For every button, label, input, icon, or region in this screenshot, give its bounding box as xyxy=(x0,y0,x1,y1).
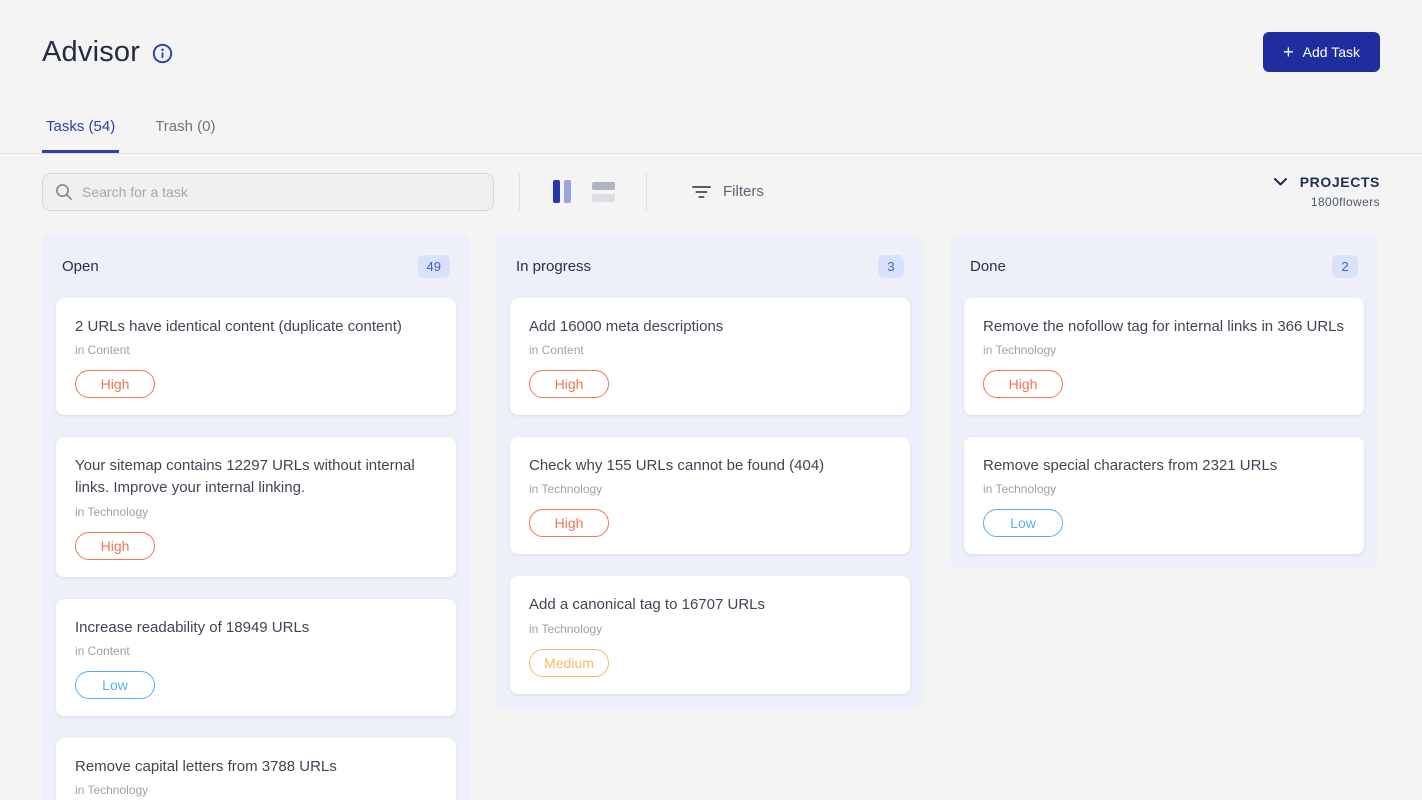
kanban-column: In progress 3 Add 16000 meta description… xyxy=(496,235,924,708)
task-card[interactable]: Remove capital letters from 3788 URLs in… xyxy=(56,738,456,800)
task-card-title: Remove special characters from 2321 URLs xyxy=(983,455,1345,477)
priority-badge: Low xyxy=(75,671,155,699)
task-card-category: in Technology xyxy=(75,783,437,797)
column-header: Open 49 xyxy=(56,249,456,282)
column-card-list: Add 16000 meta descriptions in Content H… xyxy=(510,298,910,694)
column-card-list: Remove the nofollow tag for internal lin… xyxy=(964,298,1364,554)
page-title: Advisor xyxy=(42,36,140,69)
column-card-list: 2 URLs have identical content (duplicate… xyxy=(56,298,456,800)
task-card-category: in Technology xyxy=(75,505,437,519)
toolbar: Filters PROJECTS 1800flowers xyxy=(0,154,1422,212)
kanban-column: Open 49 2 URLs have identical content (d… xyxy=(42,235,470,800)
add-task-button[interactable]: + Add Task xyxy=(1263,32,1380,72)
info-icon[interactable] xyxy=(152,43,173,64)
column-count-badge: 49 xyxy=(418,255,450,278)
plus-icon: + xyxy=(1283,45,1294,59)
task-card[interactable]: 2 URLs have identical content (duplicate… xyxy=(56,298,456,415)
chevron-down-icon xyxy=(1274,178,1287,186)
task-card[interactable]: Remove the nofollow tag for internal lin… xyxy=(964,298,1364,415)
page-header: Advisor + Add Task xyxy=(0,0,1422,72)
projects-wrap: PROJECTS 1800flowers xyxy=(1274,174,1380,209)
priority-badge: High xyxy=(529,370,609,398)
task-card-category: in Content xyxy=(75,343,437,357)
tabs-bar: Tasks (54) Trash (0) xyxy=(0,112,1422,154)
column-title: In progress xyxy=(516,258,591,275)
add-task-label: Add Task xyxy=(1303,44,1360,60)
title-wrap: Advisor xyxy=(42,36,173,69)
view-toggle xyxy=(553,180,615,203)
task-card[interactable]: Add a canonical tag to 16707 URLs in Tec… xyxy=(510,576,910,693)
task-card-category: in Technology xyxy=(529,622,891,636)
priority-badge: High xyxy=(75,532,155,560)
task-card-title: Remove the nofollow tag for internal lin… xyxy=(983,316,1345,338)
column-count-badge: 3 xyxy=(878,255,904,278)
column-count-badge: 2 xyxy=(1332,255,1358,278)
toolbar-divider xyxy=(519,174,520,210)
filter-icon xyxy=(692,185,711,199)
projects-dropdown[interactable]: PROJECTS xyxy=(1274,174,1380,190)
task-card[interactable]: Your sitemap contains 12297 URLs without… xyxy=(56,437,456,576)
advisor-page: Advisor + Add Task Tasks (54) Trash (0) xyxy=(0,0,1422,800)
task-card[interactable]: Check why 155 URLs cannot be found (404)… xyxy=(510,437,910,554)
task-card-category: in Technology xyxy=(983,482,1345,496)
filters-label: Filters xyxy=(723,183,764,200)
toolbar-divider-2 xyxy=(646,174,647,210)
priority-badge: Low xyxy=(983,509,1063,537)
search-input[interactable] xyxy=(82,184,481,200)
task-card-title: Remove capital letters from 3788 URLs xyxy=(75,756,437,778)
priority-badge: Medium xyxy=(529,649,609,677)
task-card-title: Add a canonical tag to 16707 URLs xyxy=(529,594,891,616)
search-box xyxy=(42,173,494,211)
priority-badge: High xyxy=(75,370,155,398)
tab-tasks[interactable]: Tasks (54) xyxy=(42,112,119,153)
filters-button[interactable]: Filters xyxy=(692,183,764,200)
column-title: Done xyxy=(970,258,1006,275)
task-card[interactable]: Remove special characters from 2321 URLs… xyxy=(964,437,1364,554)
priority-badge: High xyxy=(529,509,609,537)
column-title: Open xyxy=(62,258,99,275)
task-card[interactable]: Add 16000 meta descriptions in Content H… xyxy=(510,298,910,415)
task-card-category: in Content xyxy=(75,644,437,658)
search-icon xyxy=(55,183,73,201)
selected-project-name: 1800flowers xyxy=(1311,195,1380,209)
column-header: Done 2 xyxy=(964,249,1364,282)
tab-trash[interactable]: Trash (0) xyxy=(151,112,219,153)
task-card-category: in Technology xyxy=(529,482,891,496)
projects-label: PROJECTS xyxy=(1300,174,1380,190)
task-card-title: Check why 155 URLs cannot be found (404) xyxy=(529,455,891,477)
task-card-title: Increase readability of 18949 URLs xyxy=(75,617,437,639)
task-card[interactable]: Increase readability of 18949 URLs in Co… xyxy=(56,599,456,716)
task-card-category: in Technology xyxy=(983,343,1345,357)
column-header: In progress 3 xyxy=(510,249,910,282)
priority-badge: High xyxy=(983,370,1063,398)
board: Open 49 2 URLs have identical content (d… xyxy=(0,212,1422,800)
kanban-view-icon[interactable] xyxy=(553,180,571,203)
list-view-icon[interactable] xyxy=(592,181,615,202)
task-card-title: Add 16000 meta descriptions xyxy=(529,316,891,338)
task-card-category: in Content xyxy=(529,343,891,357)
task-card-title: Your sitemap contains 12297 URLs without… xyxy=(75,455,437,499)
kanban-column: Done 2 Remove the nofollow tag for inter… xyxy=(950,235,1378,568)
task-card-title: 2 URLs have identical content (duplicate… xyxy=(75,316,437,338)
